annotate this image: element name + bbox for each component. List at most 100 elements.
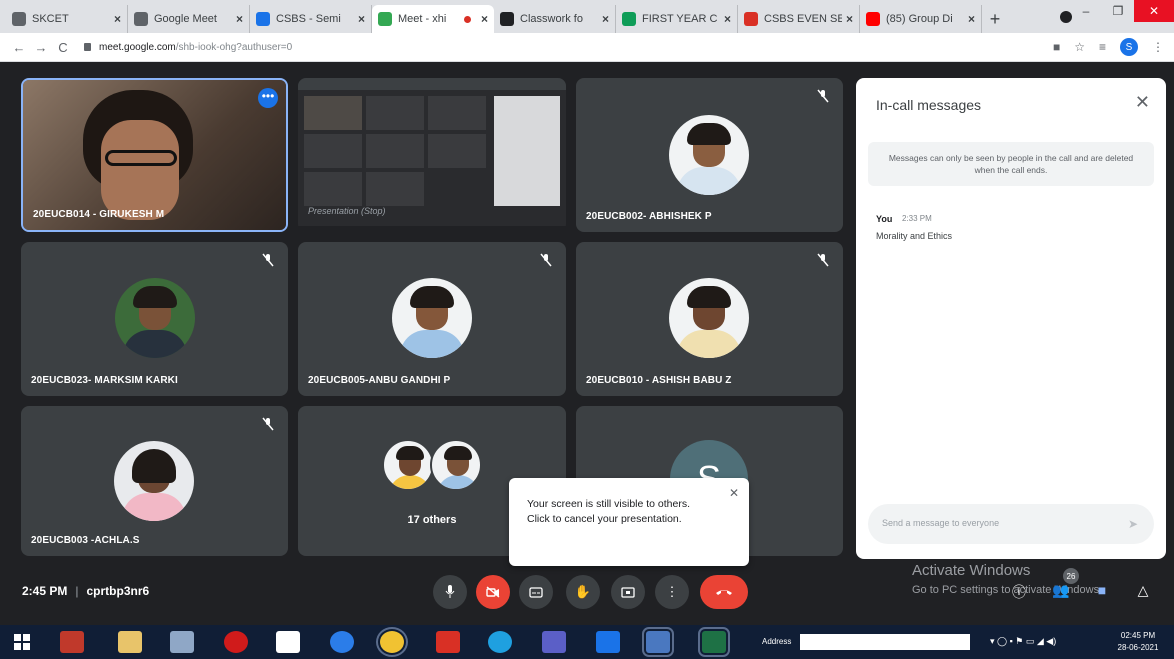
message-time: 2:33 PM	[902, 214, 932, 223]
microphone-icon	[445, 585, 455, 598]
browser-tab[interactable]: Classwork fo ×	[494, 5, 616, 33]
tab-close-icon[interactable]: ×	[481, 12, 488, 26]
clock-time: 02:45 PM	[1120, 631, 1156, 640]
participant-name: 20EUCB014 - GIRUKESH M	[33, 209, 165, 220]
avatar	[382, 439, 434, 491]
new-tab-button[interactable]: +	[982, 5, 1008, 33]
leave-call-button[interactable]	[700, 575, 748, 609]
window-controls: – ❐ ✕	[1070, 0, 1174, 22]
screen-share-popup[interactable]: Your screen is still visible to others. …	[509, 478, 749, 566]
browser-tab-active[interactable]: Meet - xhi ×	[372, 5, 494, 33]
tab-close-icon[interactable]: ×	[236, 12, 243, 26]
taskbar-clock[interactable]: 02:45 PM 28-06-2021	[1110, 630, 1166, 654]
windows-start-icon[interactable]	[14, 634, 30, 650]
tab-favicon-icon	[622, 12, 636, 26]
participant-glasses	[105, 150, 177, 166]
close-window-button[interactable]: ✕	[1134, 0, 1174, 22]
chrome-icon[interactable]	[376, 627, 408, 657]
tab-close-icon[interactable]: ×	[358, 12, 365, 26]
back-icon[interactable]: ←	[8, 40, 30, 55]
presentation-tile[interactable]: Presentation (Stop)	[298, 78, 566, 232]
avatar	[114, 441, 194, 521]
present-button[interactable]	[611, 575, 645, 609]
thumbnail-tile	[366, 96, 424, 130]
word-icon[interactable]	[642, 627, 674, 657]
acrobat-icon[interactable]	[436, 631, 460, 653]
edge-icon[interactable]	[488, 631, 512, 653]
browser-tab[interactable]: CSBS - Semi ×	[250, 5, 372, 33]
camera-off-button[interactable]	[476, 575, 510, 609]
participant-name: 20EUCB023- MARKSIM KARKI	[31, 375, 178, 386]
participant-tile[interactable]: 20EUCB010 - ASHISH BABU Z	[576, 242, 843, 396]
popup-close-icon[interactable]: ✕	[729, 486, 739, 500]
mic-off-icon	[262, 417, 274, 431]
bookmark-star-icon[interactable]: ☆	[1074, 40, 1085, 54]
microphone-button[interactable]	[433, 575, 467, 609]
chat-icon[interactable]: ■	[1093, 582, 1111, 600]
tab-title: (85) Group Di	[886, 13, 953, 25]
system-tray[interactable]: ▾ ◯ ▪ ⚑ ▭ ◢ ◀)	[990, 636, 1056, 647]
more-options-button[interactable]: ⋮	[655, 575, 689, 609]
chat-input[interactable]: Send a message to everyone ➤	[868, 504, 1154, 544]
more-options-button[interactable]: •••	[258, 88, 278, 108]
reading-list-icon[interactable]: ≡	[1099, 40, 1106, 54]
thumbnail-tile	[428, 134, 486, 168]
profile-avatar[interactable]: S	[1120, 38, 1138, 56]
people-icon[interactable]: 👥	[1052, 582, 1070, 600]
minimize-button[interactable]: –	[1070, 0, 1102, 22]
restore-button[interactable]: ❐	[1102, 0, 1134, 22]
recording-dot-icon	[463, 15, 471, 23]
calculator-icon[interactable]	[170, 631, 194, 653]
participant-tile[interactable]: 20EUCB023- MARKSIM KARKI	[21, 242, 288, 396]
browser-tab[interactable]: SKCET ×	[6, 5, 128, 33]
thumbnail-tile	[366, 172, 424, 206]
tab-close-icon[interactable]: ×	[114, 12, 121, 26]
participant-tile[interactable]: 20EUCB005-ANBU GANDHI P	[298, 242, 566, 396]
tab-close-icon[interactable]: ×	[724, 12, 731, 26]
activities-icon[interactable]: △	[1134, 582, 1152, 600]
address-bar[interactable]: meet.google.com/shb-iook-ohg?authuser=0	[84, 42, 292, 53]
presentation-side-panel	[494, 96, 560, 206]
internet-explorer-icon[interactable]	[330, 631, 354, 653]
participant-tile-self[interactable]: ••• 20EUCB014 - GIRUKESH M	[21, 78, 288, 232]
browser-tab[interactable]: Google Meet ×	[128, 5, 250, 33]
windows-taskbar: Address ▾ ◯ ▪ ⚑ ▭ ◢ ◀) 02:45 PM 28-06-202…	[0, 625, 1174, 659]
close-panel-icon[interactable]: ✕	[1135, 92, 1150, 113]
tab-close-icon[interactable]: ×	[968, 12, 975, 26]
info-icon[interactable]: ⓘ	[1010, 582, 1028, 600]
tab-title: SKCET	[32, 13, 69, 25]
thumbnail-tile	[304, 96, 362, 130]
excel-icon[interactable]	[698, 627, 730, 657]
notepad-icon[interactable]	[276, 631, 300, 653]
browser-tab[interactable]: CSBS EVEN SE ×	[738, 5, 860, 33]
clock-date: 28-06-2021	[1117, 643, 1159, 652]
participant-tile[interactable]: 20EUCB002- ABHISHEK P	[576, 78, 843, 232]
participant-name: 20EUCB010 - ASHISH BABU Z	[586, 375, 732, 386]
meeting-info: 2:45 PM | cprtbp3nr6	[22, 584, 149, 598]
opera-icon[interactable]	[224, 631, 248, 653]
teams-icon[interactable]	[542, 631, 566, 653]
tab-close-icon[interactable]: ×	[846, 12, 853, 26]
chat-input-placeholder: Send a message to everyone	[882, 518, 1000, 528]
tab-title: FIRST YEAR C	[642, 13, 718, 25]
mail-icon[interactable]	[596, 631, 620, 653]
tab-close-icon[interactable]: ×	[602, 12, 609, 26]
participant-tile[interactable]: 20EUCB003 -ACHLA.S	[21, 406, 288, 556]
thumbnail-tile	[304, 134, 362, 168]
camera-indicator-icon[interactable]: ■	[1053, 40, 1060, 54]
captions-button[interactable]	[519, 575, 553, 609]
browser-tab[interactable]: (85) Group Di ×	[860, 5, 982, 33]
browser-tab[interactable]: FIRST YEAR C ×	[616, 5, 738, 33]
in-call-messages-panel: In-call messages ✕ Messages can only be …	[856, 78, 1166, 559]
address-toolbar-input[interactable]	[800, 634, 970, 650]
hand-icon: ✋	[574, 584, 592, 599]
solidworks-icon[interactable]	[60, 631, 84, 653]
avatar	[115, 278, 195, 358]
send-icon[interactable]: ➤	[1128, 517, 1142, 531]
file-explorer-icon[interactable]	[118, 631, 142, 653]
forward-icon[interactable]: →	[30, 40, 52, 55]
raise-hand-button[interactable]: ✋	[566, 575, 600, 609]
reload-icon[interactable]: C	[52, 40, 74, 55]
avatar	[430, 439, 482, 491]
browser-menu-icon[interactable]: ⋮	[1152, 40, 1164, 54]
